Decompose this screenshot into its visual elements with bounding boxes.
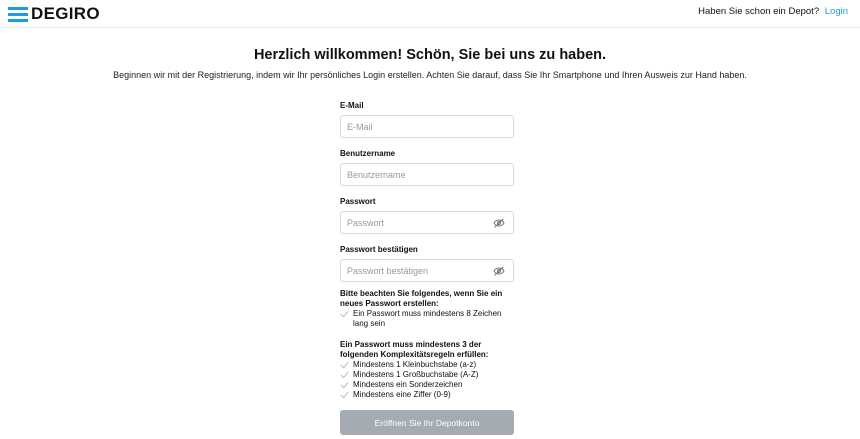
degiro-logo[interactable]: DEGIRO	[8, 4, 100, 24]
page-subtitle: Beginnen wir mit der Registrierung, inde…	[113, 70, 747, 80]
rule-text: Mindestens ein Sonderzeichen	[353, 380, 463, 389]
rules-intro: Bitte beachten Sie folgendes, wenn Sie e…	[340, 289, 503, 308]
username-field-wrapper	[340, 163, 514, 186]
check-icon	[340, 371, 349, 379]
rule-item: Mindestens 1 Großbuchstabe (A-Z)	[340, 370, 515, 380]
rule-item: Mindestens ein Sonderzeichen	[340, 380, 515, 390]
email-field-wrapper	[340, 115, 514, 138]
rule-item: Ein Passwort muss mindestens 8 Zeichen l…	[340, 309, 515, 329]
rule-item: Mindestens eine Ziffer (0-9)	[340, 390, 515, 400]
complexity-intro: Ein Passwort muss mindestens 3 der folge…	[340, 340, 489, 359]
password-label: Passwort	[340, 197, 376, 206]
rule-text: Mindestens eine Ziffer (0-9)	[353, 390, 451, 399]
eye-slash-icon[interactable]	[493, 217, 505, 229]
password-confirm-field-wrapper	[340, 259, 514, 282]
complexity-rule-list: Mindestens 1 Kleinbuchstabe (a-z) Mindes…	[340, 360, 515, 400]
username-input[interactable]	[341, 164, 513, 185]
rule-text: Mindestens 1 Kleinbuchstabe (a-z)	[353, 360, 477, 369]
check-icon	[340, 310, 349, 318]
password-input[interactable]	[341, 212, 513, 233]
login-prompt: Haben Sie schon ein Depot?	[698, 6, 820, 17]
open-account-button[interactable]: Eröffnen Sie Ihr Depotkonto	[340, 410, 514, 435]
logo-mark-icon	[8, 6, 28, 22]
username-label: Benutzername	[340, 149, 396, 158]
check-icon	[340, 381, 349, 389]
login-link[interactable]: Login	[825, 6, 848, 17]
password-rules: Bitte beachten Sie folgendes, wenn Sie e…	[340, 289, 515, 400]
email-input[interactable]	[341, 116, 513, 137]
login-area: Haben Sie schon ein Depot? Login	[698, 6, 848, 17]
brand-name: DEGIRO	[31, 4, 100, 23]
password-confirm-input[interactable]	[341, 260, 513, 281]
email-label: E-Mail	[340, 101, 364, 110]
check-icon	[340, 391, 349, 399]
rule-text: Ein Passwort muss mindestens 8 Zeichen l…	[353, 309, 502, 328]
password-field-wrapper	[340, 211, 514, 234]
password-confirm-label: Passwort bestätigen	[340, 245, 418, 254]
rule-text: Mindestens 1 Großbuchstabe (A-Z)	[353, 370, 479, 379]
length-rule-list: Ein Passwort muss mindestens 8 Zeichen l…	[340, 309, 515, 329]
top-bar: DEGIRO Haben Sie schon ein Depot? Login	[0, 0, 860, 28]
registration-form: E-Mail Benutzername Passwort Passwort be…	[340, 100, 515, 292]
rule-item: Mindestens 1 Kleinbuchstabe (a-z)	[340, 360, 515, 370]
check-icon	[340, 361, 349, 369]
page-title: Herzlich willkommen! Schön, Sie bei uns …	[253, 47, 607, 63]
eye-slash-icon[interactable]	[493, 265, 505, 277]
